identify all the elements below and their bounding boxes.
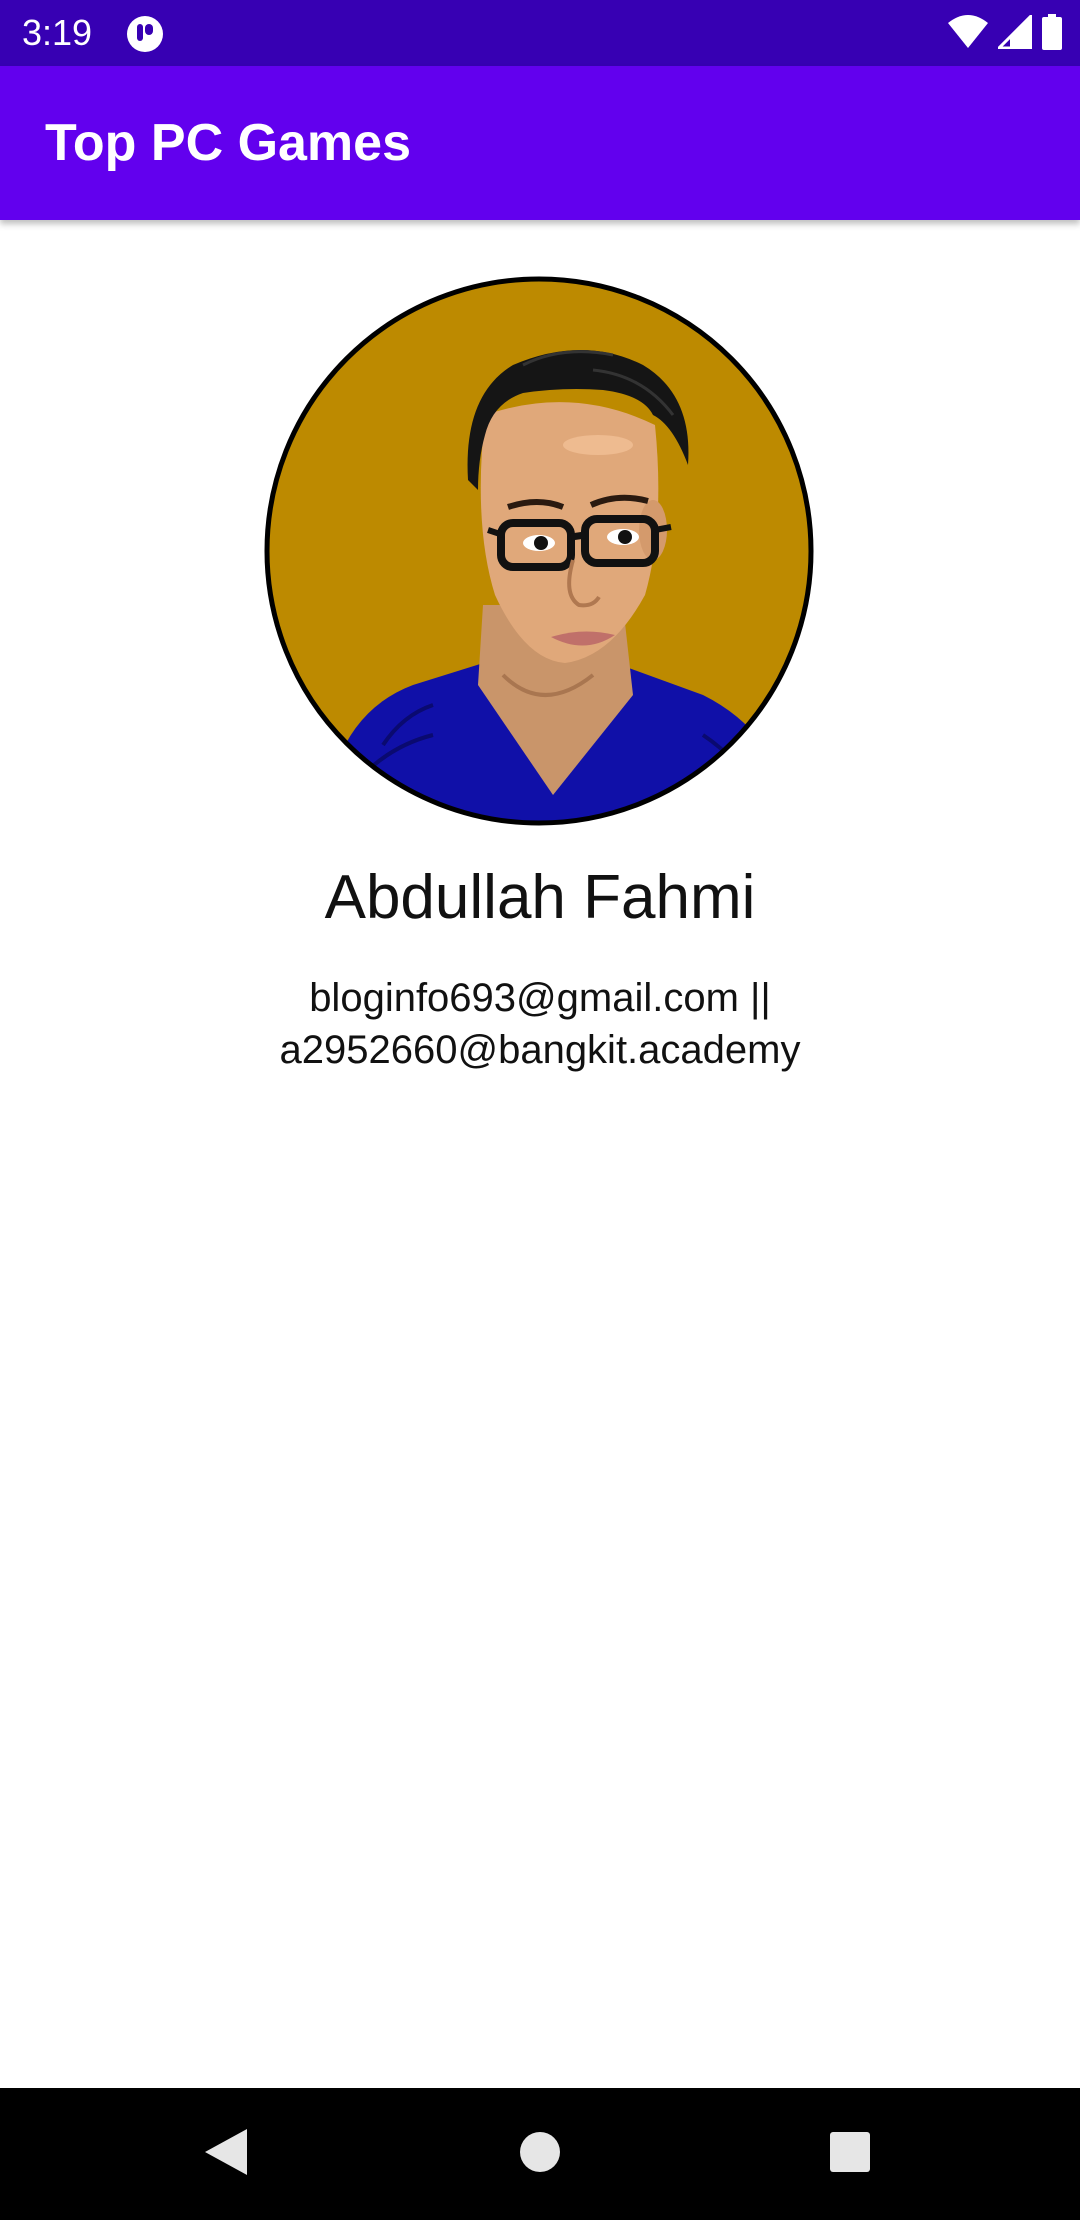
status-icons — [948, 11, 1062, 55]
profile-avatar — [263, 275, 815, 827]
profile-content: Abdullah Fahmi bloginfo693@gmail.com || … — [0, 220, 1080, 2088]
status-time: 3:19 — [22, 12, 93, 53]
email-line-1: bloginfo693@gmail.com || — [309, 976, 771, 1020]
cellular-signal-icon — [995, 11, 1033, 54]
wifi-icon — [948, 14, 988, 54]
system-nav-bar — [0, 2088, 1080, 2220]
battery-icon — [1042, 13, 1062, 55]
back-icon — [203, 2127, 249, 2182]
app-notification-icon — [126, 15, 164, 53]
email-line-2: a2952660@bangkit.academy — [279, 1028, 801, 1072]
home-icon — [518, 2130, 562, 2179]
profile-name: Abdullah Fahmi — [324, 863, 756, 932]
recents-icon — [829, 2131, 871, 2178]
app-bar: Top PC Games — [0, 66, 1080, 220]
recents-button[interactable] — [814, 2118, 886, 2190]
home-button[interactable] — [504, 2118, 576, 2190]
about-screen: 3:19 Top PC Games Abdullah Fahmi bloginf… — [0, 0, 1080, 2220]
status-bar: 3:19 — [0, 0, 1080, 66]
profile-email: bloginfo693@gmail.com || a2952660@bangki… — [140, 972, 940, 1076]
app-bar-title: Top PC Games — [45, 114, 412, 172]
back-button[interactable] — [190, 2118, 262, 2190]
